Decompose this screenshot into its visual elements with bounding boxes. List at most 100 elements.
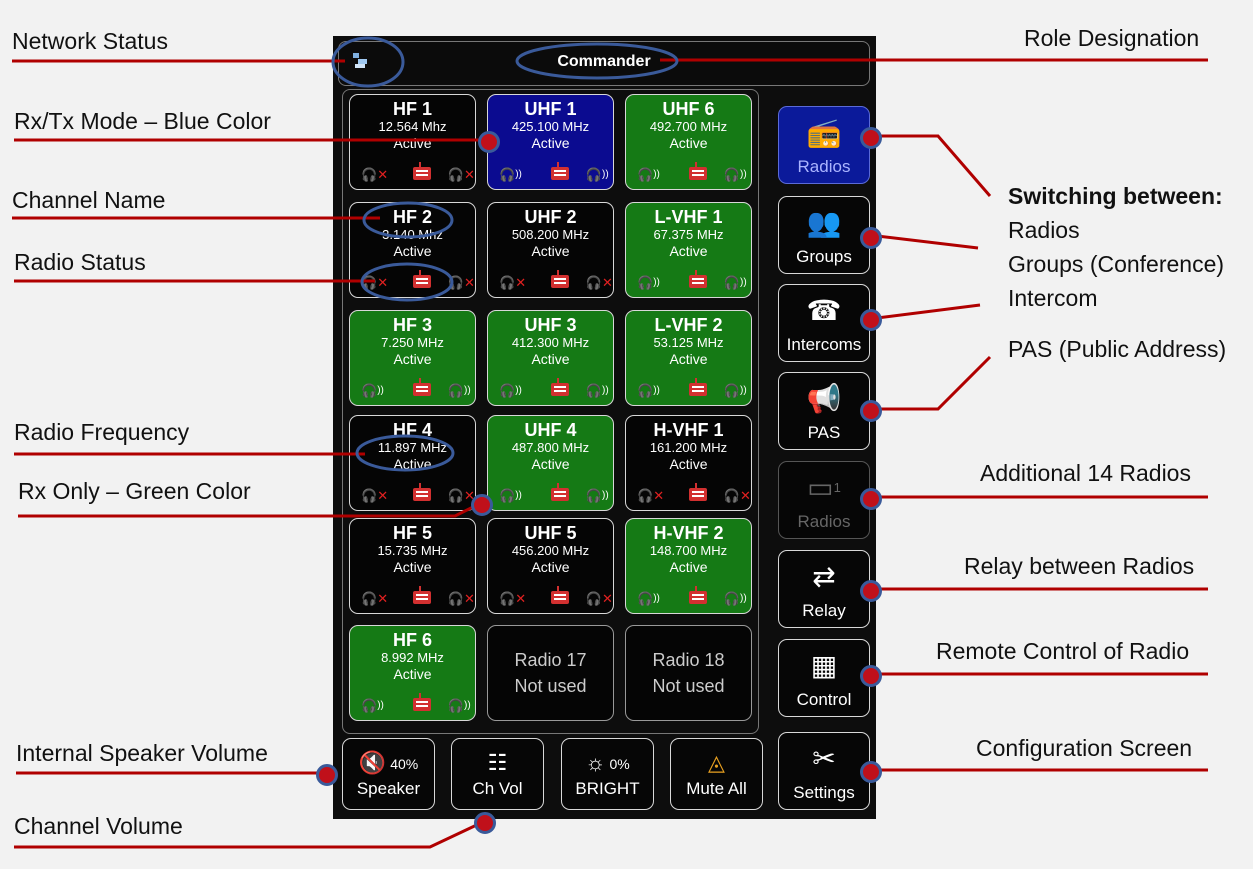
headset-icon[interactable]: 🎧)) [448,383,471,399]
radio-tile-hf-4[interactable]: HF 4 11.897 MHz Active 🎧 ✕ 🎧 ✕ [349,415,476,511]
radio-tile-l-vhf-2[interactable]: L-VHF 2 53.125 MHz Active 🎧)) 🎧)) [625,310,752,406]
headset-icon[interactable]: 🎧)) [724,591,747,607]
radio-tile-h-vhf-2[interactable]: H-VHF 2 148.700 MHz Active 🎧)) 🎧)) [625,518,752,614]
brightness-icon: ☼ [585,750,606,775]
annotation-internal-speaker-volume: Internal Speaker Volume [16,740,268,766]
annotation-channel-volume: Channel Volume [14,813,183,839]
radio-tile-uhf-6[interactable]: UHF 6 492.700 MHz Active 🎧)) 🎧)) [625,94,752,190]
radio-status: Active [393,559,432,575]
annotation-network-status: Network Status [12,28,168,54]
radio-tile-uhf-1[interactable]: UHF 1 425.100 MHz Active 🎧)) 🎧)) [487,94,614,190]
bottom-button-bright[interactable]: ☼ 0% BRIGHT [561,738,654,810]
radio-tile-hf-5[interactable]: HF 5 15.735 MHz Active 🎧 ✕ 🎧 ✕ [349,518,476,614]
headset-icon[interactable]: 🎧 ✕ [499,591,526,607]
headset-icon[interactable]: 🎧)) [448,698,471,714]
headset-icon[interactable]: 🎧 ✕ [361,167,388,183]
annotation-role-designation: Role Designation [1024,25,1200,51]
radio-frequency: 148.700 MHz [649,543,728,558]
side-button-label: Control [796,690,852,709]
radio-status: Active [669,351,708,367]
bottom-button-mute-all[interactable]: ◬ Mute All [670,738,763,810]
annotation-switching-radios: Radios [1008,217,1080,243]
radio-frequency: 425.100 MHz [511,119,590,134]
radio-tile-l-vhf-1[interactable]: L-VHF 1 67.375 MHz Active 🎧)) 🎧)) [625,202,752,298]
bottom-button-ch-vol[interactable]: ☷ Ch Vol [451,738,544,810]
annotation-rx-only: Rx Only – Green Color [18,478,251,504]
channel-name: H-VHF 2 [653,523,724,543]
channel-name: UHF 4 [524,420,577,440]
radio-frequency: 412.300 MHz [511,335,590,350]
callout-marker [860,488,882,510]
headset-icon[interactable]: 🎧)) [361,698,384,714]
side-button-radios-0[interactable]: 📻 Radios [778,106,870,184]
radio-tile-hf-1[interactable]: HF 1 12.564 Mhz Active 🎧 ✕ 🎧 ✕ [349,94,476,190]
annotation-radio-status: Radio Status [14,249,146,275]
headset-icon[interactable]: 🎧)) [586,488,609,504]
side-button-groups-1[interactable]: 👥 Groups [778,196,870,274]
radio-tile-hf-2[interactable]: HF 2 3.140 Mhz Active 🎧 ✕ 🎧 ✕ [349,202,476,298]
annotation-rxtx-mode: Rx/Tx Mode – Blue Color [14,108,271,134]
headset-icon[interactable]: 🎧)) [361,383,384,399]
headset-icon[interactable]: 🎧 ✕ [448,275,475,291]
side-button-intercoms-2[interactable]: ☎ Intercoms [778,284,870,362]
radio-status: Active [669,243,708,259]
channel-name: UHF 2 [524,207,577,227]
bottom-button-label: BRIGHT [575,779,640,798]
headset-icon[interactable]: 🎧)) [637,591,660,607]
headset-icon[interactable]: 🎧 ✕ [361,275,388,291]
radio-tile-hf-6[interactable]: HF 6 8.992 MHz Active 🎧)) 🎧)) [349,625,476,721]
headset-icon[interactable]: 🎧)) [637,167,660,183]
side-button-control-6[interactable]: ▦ Control [778,639,870,717]
annotation-switching-title: Switching between: [1008,183,1223,209]
annotation-radio-frequency: Radio Frequency [14,419,190,445]
side-button-radios-4[interactable]: ▭1 Radios [778,461,870,539]
headset-icon[interactable]: 🎧)) [586,167,609,183]
headset-icon[interactable]: 🎧 ✕ [586,591,613,607]
channel-name: UHF 1 [524,99,577,119]
headset-icon[interactable]: 🎧 ✕ [448,591,475,607]
bottom-button-value: 0% [609,756,630,773]
headset-icon[interactable]: 🎧 ✕ [361,488,388,504]
radio-status: Active [393,135,432,151]
radio-tile-unused-17[interactable]: Radio 17 Not used [487,625,614,721]
side-button-settings-7[interactable]: ✂ Settings [778,732,870,810]
side-button-pas-3[interactable]: 📢 PAS [778,372,870,450]
headset-icon[interactable]: 🎧 ✕ [724,488,751,504]
top-bar: Commander [338,41,870,86]
radio-tile-hf-3[interactable]: HF 3 7.250 MHz Active 🎧)) 🎧)) [349,310,476,406]
annotation-switching-intercom: Intercom [1008,285,1098,311]
side-button-relay-5[interactable]: ⇄ Relay [778,550,870,628]
headset-icon[interactable]: 🎧)) [724,275,747,291]
radio-status: Active [531,135,570,151]
headset-icon[interactable]: 🎧 ✕ [499,275,526,291]
bottom-button-label: Speaker [356,779,421,798]
radio-status: Active [669,559,708,575]
headset-icon[interactable]: 🎧 ✕ [448,167,475,183]
radio-tile-uhf-3[interactable]: UHF 3 412.300 MHz Active 🎧)) 🎧)) [487,310,614,406]
headset-icon[interactable]: 🎧)) [724,167,747,183]
headset-icon[interactable]: 🎧)) [637,383,660,399]
radio-tile-unused-18[interactable]: Radio 18 Not used [625,625,752,721]
radio-tile-h-vhf-1[interactable]: H-VHF 1 161.200 MHz Active 🎧 ✕ 🎧 ✕ [625,415,752,511]
bottom-button-label: Ch Vol [472,779,523,798]
headset-icon[interactable]: 🎧)) [637,275,660,291]
radio-tile-uhf-2[interactable]: UHF 2 508.200 MHz Active 🎧 ✕ 🎧 ✕ [487,202,614,298]
bottom-button-speaker[interactable]: 🔇 40% Speaker [342,738,435,810]
radio-tile-uhf-4[interactable]: UHF 4 487.800 MHz Active 🎧)) 🎧)) [487,415,614,511]
headset-icon[interactable]: 🎧)) [499,167,522,183]
headset-icon[interactable]: 🎧 ✕ [361,591,388,607]
headset-icon[interactable]: 🎧 ✕ [448,488,475,504]
headset-icon[interactable]: 🎧)) [499,488,522,504]
headset-icon[interactable]: 🎧 ✕ [637,488,664,504]
headset-icon[interactable]: 🎧 ✕ [586,275,613,291]
channel-name: UHF 3 [524,315,577,335]
radio-frequency: 508.200 MHz [511,227,590,242]
headset-icon[interactable]: 🎧)) [724,383,747,399]
headset-icon[interactable]: 🎧)) [499,383,522,399]
radio-tile-uhf-5[interactable]: UHF 5 456.200 MHz Active 🎧 ✕ 🎧 ✕ [487,518,614,614]
headset-icon[interactable]: 🎧)) [586,383,609,399]
callout-marker [860,309,882,331]
radio-status: Active [393,666,432,682]
keypad-icon: ▦ [810,650,838,681]
radio-frequency: 12.564 Mhz [378,119,447,134]
